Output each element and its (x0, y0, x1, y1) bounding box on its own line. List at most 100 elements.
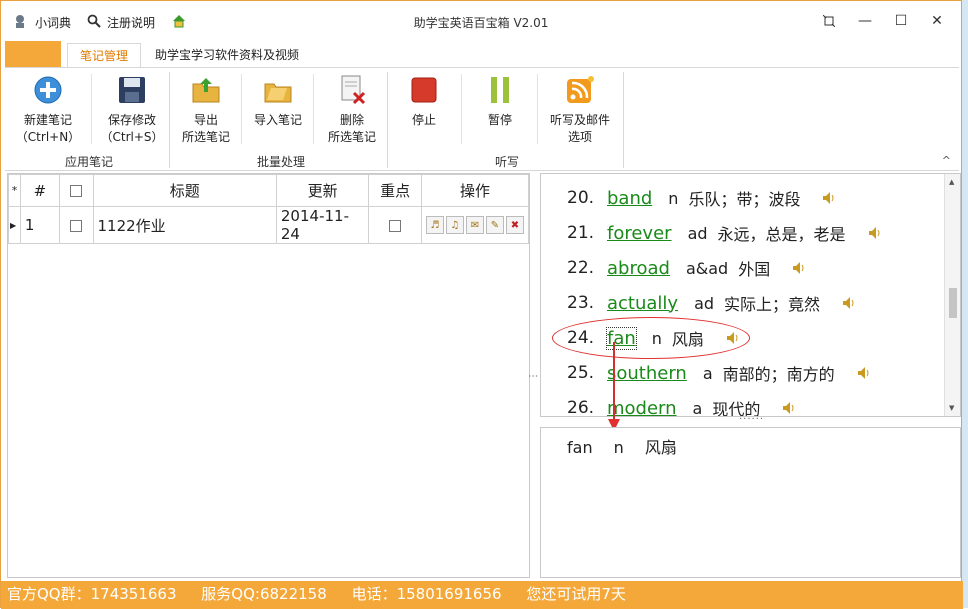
word-pos: ad (687, 223, 708, 243)
delete-label: 删除 (339, 113, 364, 127)
word-pos: n (668, 188, 679, 208)
speaker-icon[interactable] (857, 366, 871, 380)
header-number[interactable]: # (19, 174, 61, 207)
title-bar: 小词典 注册说明 助学宝英语百宝箱 V2.01 — ☐ ✕ (1, 1, 961, 41)
desktop-background-right (962, 0, 968, 608)
save-note-label: 保存修改 (107, 113, 156, 127)
restore-icon[interactable] (811, 9, 847, 33)
speaker-icon[interactable] (792, 261, 806, 275)
dictation-sublabel: 选项 (567, 130, 592, 144)
delete-row-icon[interactable]: ✖ (506, 216, 524, 234)
speaker-icon[interactable] (842, 296, 856, 310)
status-phone: 电话：15801691656 (351, 585, 502, 603)
scroll-down-icon[interactable]: ▼ (949, 404, 954, 412)
email-icon[interactable]: ✉ (466, 216, 484, 234)
word-meaning: 乐队；带；波段 (688, 190, 801, 209)
row-checkbox-cell[interactable] (59, 206, 94, 244)
export-sublabel: 所选笔记 (181, 130, 230, 144)
list-item: 21. forever ad 永远，总是，老是 (567, 218, 882, 248)
row-checkbox[interactable] (70, 219, 83, 232)
tab-notes[interactable]: 笔记管理 (67, 43, 142, 67)
select-all-checkbox[interactable] (70, 185, 83, 197)
word-number: 25. (567, 363, 595, 383)
tab-resources[interactable]: 助学宝学习软件资料及视频 (143, 43, 311, 67)
export-label: 导出 (193, 113, 218, 127)
stop-button[interactable]: 停止 (391, 74, 457, 129)
word-link[interactable]: modern (607, 398, 677, 417)
header-star: * (8, 174, 21, 207)
play-list-icon[interactable]: ♫ (446, 216, 464, 234)
status-trial: 您还可试用7天 (526, 585, 626, 603)
word-number: 26. (567, 398, 595, 417)
detail-word: fan (567, 438, 593, 457)
word-pos: a (702, 363, 713, 383)
play-sound-icon[interactable]: ♬ (426, 216, 444, 234)
new-note-shortcut: （Ctrl+N） (15, 130, 81, 144)
detail-pos: n (613, 438, 624, 457)
edit-icon[interactable]: ✎ (486, 216, 504, 234)
row-key-cell[interactable] (368, 206, 422, 244)
table-row[interactable]: ▶ 1 1122作业 2014-11-24 ♬ ♫ ✉ ✎ ✖ (8, 206, 529, 244)
close-icon[interactable]: ✕ (919, 9, 955, 33)
header-title[interactable]: 标题 (92, 174, 277, 207)
add-circle-icon (32, 74, 64, 106)
notes-table: * # 标题 更新 重点 操作 ▶ 1 1122作业 2014-11-24 ♬ … (8, 174, 529, 244)
save-note-button[interactable]: 保存修改 （Ctrl+S） (99, 74, 165, 146)
import-notes-button[interactable]: 导入笔记 (245, 74, 311, 129)
new-note-button[interactable]: 新建笔记 （Ctrl+N） (15, 74, 81, 146)
delete-sublabel: 所选笔记 (327, 130, 376, 144)
list-item: 23. actually ad 实际上；竟然 (567, 288, 856, 318)
header-ops: 操作 (421, 174, 529, 207)
row-key-checkbox[interactable] (389, 219, 402, 232)
collapse-ribbon-icon[interactable]: ^ (942, 154, 951, 167)
header-key[interactable]: 重点 (368, 174, 422, 207)
list-item: 20. band n 乐队；带；波段 (567, 183, 836, 213)
speaker-icon[interactable] (822, 191, 836, 205)
maximize-icon[interactable]: ☐ (883, 9, 919, 33)
word-list-panel: 20. band n 乐队；带；波段 21. forever ad 永远，总是，… (540, 173, 961, 417)
word-number: 22. (567, 258, 595, 278)
window-controls: — ☐ ✕ (811, 9, 955, 33)
group-label-dictate: 听写 (494, 155, 519, 169)
word-meaning: 外国 (738, 260, 771, 279)
stop-label: 停止 (411, 113, 436, 127)
speaker-icon[interactable] (868, 226, 882, 240)
pause-button[interactable]: 暂停 (467, 74, 533, 129)
header-updated[interactable]: 更新 (275, 174, 370, 207)
group-separator (169, 72, 170, 168)
word-link[interactable]: band (607, 188, 652, 209)
word-link[interactable]: forever (607, 223, 672, 244)
word-number: 23. (567, 293, 595, 313)
notes-grid-panel: * # 标题 更新 重点 操作 ▶ 1 1122作业 2014-11-24 ♬ … (7, 173, 530, 578)
word-meaning: 实际上；竟然 (724, 295, 821, 314)
detail-meaning: 风扇 (644, 438, 677, 457)
annotation-arrow (613, 342, 615, 422)
row-indicator-icon: ▶ (8, 206, 21, 244)
pause-label: 暂停 (487, 113, 512, 127)
header-select-all[interactable] (59, 174, 94, 207)
file-menu-tab[interactable] (5, 41, 61, 67)
word-pos: a (692, 398, 703, 417)
word-link[interactable]: actually (607, 293, 678, 314)
speaker-icon[interactable] (782, 401, 796, 415)
word-list-scrollbar[interactable]: ▲ ▼ (944, 174, 960, 416)
word-meaning: 永远，总是，老是 (717, 225, 846, 244)
ribbon: 新建笔记 （Ctrl+N） 保存修改 （Ctrl+S） 导出 所选笔记 导入笔记 (5, 67, 959, 171)
dictation-options-button[interactable]: 听写及邮件 选项 (547, 74, 613, 146)
scroll-thumb[interactable] (949, 288, 957, 318)
vertical-splitter[interactable]: ⋮ (527, 361, 538, 391)
minimize-icon[interactable]: — (847, 9, 883, 33)
list-item: 22. abroad a&ad 外国 (567, 253, 806, 283)
scroll-up-icon[interactable]: ▲ (949, 178, 954, 186)
delete-notes-button[interactable]: 删除 所选笔记 (319, 74, 385, 146)
export-folder-icon (190, 74, 222, 106)
row-title[interactable]: 1122作业 (92, 206, 277, 244)
export-notes-button[interactable]: 导出 所选笔记 (173, 74, 239, 146)
separator (91, 74, 92, 144)
word-link[interactable]: abroad (607, 258, 670, 279)
group-label-apply: 应用笔记 (64, 155, 113, 169)
horizontal-splitter[interactable]: ······ (739, 414, 763, 425)
import-label: 导入笔记 (253, 113, 302, 127)
word-link[interactable]: southern (607, 363, 687, 384)
group-separator (623, 72, 624, 168)
